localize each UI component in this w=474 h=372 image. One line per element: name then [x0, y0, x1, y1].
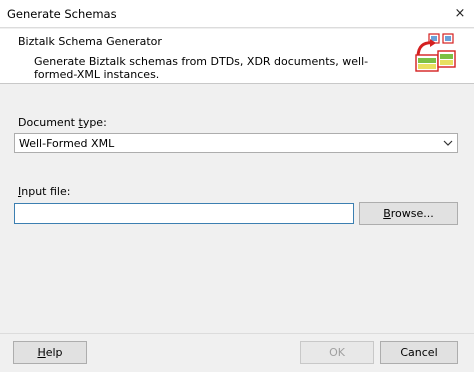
- header-description: Generate Biztalk schemas from DTDs, XDR …: [34, 55, 369, 81]
- chevron-down-icon: [443, 140, 453, 146]
- window-title: Generate Schemas: [7, 7, 117, 21]
- schema-generator-icon: [415, 33, 456, 72]
- ok-button[interactable]: OK: [300, 341, 374, 364]
- footer-separator: [0, 333, 474, 334]
- header-title: Biztalk Schema Generator: [18, 35, 162, 48]
- close-button[interactable]: ×: [446, 0, 474, 28]
- input-file-label: Input file:: [18, 185, 71, 198]
- title-bar: Generate Schemas ×: [0, 0, 474, 28]
- document-type-value: Well-Formed XML: [19, 137, 115, 150]
- document-type-label: Document type:: [18, 116, 107, 129]
- browse-button[interactable]: Browse...: [359, 202, 458, 225]
- header-panel: Biztalk Schema Generator Generate Biztal…: [0, 29, 474, 84]
- cancel-button[interactable]: Cancel: [380, 341, 458, 364]
- document-type-select[interactable]: Well-Formed XML: [14, 133, 458, 153]
- help-button[interactable]: Help: [13, 341, 87, 364]
- input-file-field[interactable]: [14, 203, 354, 224]
